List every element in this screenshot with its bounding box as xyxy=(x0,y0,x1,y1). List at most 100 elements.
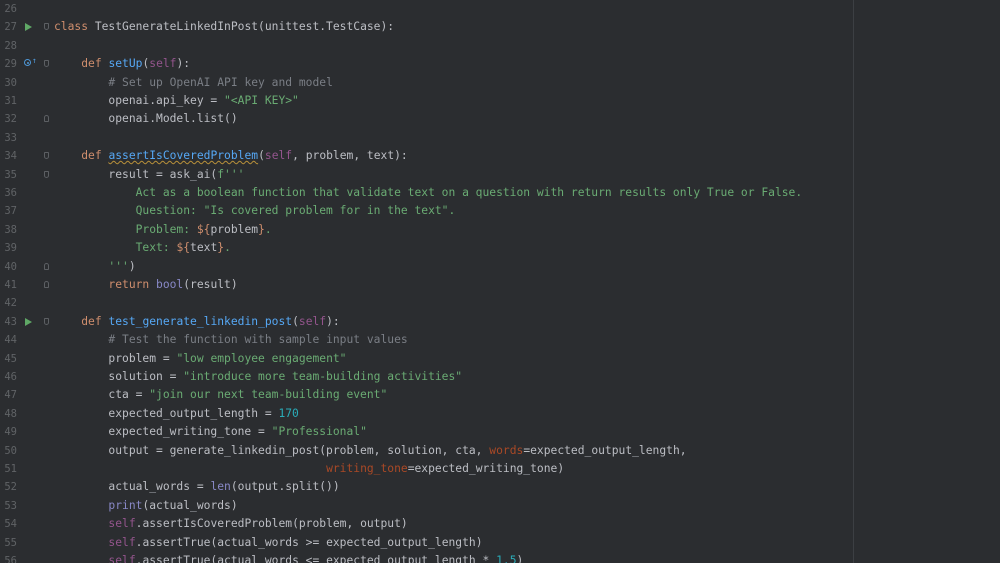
code-token: cta = xyxy=(54,388,150,402)
fold-marker-icon[interactable] xyxy=(44,262,49,270)
code-line[interactable]: 35 result = ask_ai(f''' xyxy=(0,166,1000,184)
line-number: 30 xyxy=(4,76,17,89)
code-line[interactable]: 27 class TestGenerateLinkedInPost(unittes… xyxy=(0,18,1000,36)
code-text[interactable]: # Set up OpenAI API key and model xyxy=(54,74,333,92)
code-text[interactable]: cta = "join our next team-building event… xyxy=(54,386,387,404)
code-text[interactable]: expected_output_length = 170 xyxy=(54,405,298,423)
code-text[interactable]: Question: "Is covered problem for in the… xyxy=(54,202,456,220)
line-number: 32 xyxy=(4,113,17,126)
code-line[interactable]: 31 openai.api_key = "<API KEY>" xyxy=(0,92,1000,110)
code-line[interactable]: 34 def assertIsCoveredProblem(self, prob… xyxy=(0,147,1000,165)
fold-marker-icon[interactable] xyxy=(44,60,49,68)
code-token: Question: "Is covered problem for in the… xyxy=(54,204,456,218)
fold-marker-icon[interactable] xyxy=(44,317,49,325)
run-test-icon[interactable] xyxy=(25,23,32,32)
code-text[interactable]: def test_generate_linkedin_post(self): xyxy=(54,313,340,331)
code-line[interactable]: 37 Question: "Is covered problem for in … xyxy=(0,202,1000,220)
code-token: TestGenerateLinkedInPost(unittest.TestCa… xyxy=(94,20,395,34)
code-line[interactable]: 42 xyxy=(0,294,1000,312)
code-text[interactable]: expected_writing_tone = "Professional" xyxy=(54,423,367,441)
code-text[interactable]: actual_words = len(output.split()) xyxy=(54,478,339,496)
code-line[interactable]: 41 return bool(result) xyxy=(0,276,1000,294)
code-line[interactable]: 48 expected_output_length = 170 xyxy=(0,405,1000,423)
code-line[interactable]: 26 xyxy=(0,0,1000,18)
code-line[interactable]: 56 self.assertTrue(actual_words <= expec… xyxy=(0,552,1000,563)
code-line[interactable]: 44 # Test the function with sample input… xyxy=(0,331,1000,349)
line-number: 40 xyxy=(4,260,17,273)
code-line[interactable]: 46 solution = "introduce more team-build… xyxy=(0,368,1000,386)
code-text[interactable]: print(actual_words) xyxy=(54,497,237,515)
code-token: return xyxy=(108,278,157,291)
code-line[interactable]: 49 expected_writing_tone = "Professional… xyxy=(0,423,1000,441)
line-number: 34 xyxy=(4,150,17,163)
code-line[interactable]: 55 self.assertTrue(actual_words >= expec… xyxy=(0,534,1000,552)
code-line[interactable]: 30 # Set up OpenAI API key and model xyxy=(0,74,1000,92)
code-line[interactable]: 43 def test_generate_linkedin_post(self)… xyxy=(0,313,1000,331)
code-line[interactable]: 52 actual_words = len(output.split()) xyxy=(0,478,1000,496)
code-token: def xyxy=(81,149,109,163)
code-token: =expected_writing_tone) xyxy=(407,462,565,475)
code-text[interactable]: def setUp(self): xyxy=(54,55,190,73)
line-number: 50 xyxy=(4,444,17,457)
code-line[interactable]: 28 xyxy=(0,37,1000,55)
code-text[interactable]: def assertIsCoveredProblem(self, problem… xyxy=(54,147,408,165)
code-text[interactable]: class TestGenerateLinkedInPost(unittest.… xyxy=(54,18,394,36)
code-text[interactable]: Problem: ${problem}. xyxy=(54,221,272,239)
code-text[interactable]: openai.api_key = "<API KEY>" xyxy=(54,92,298,110)
code-line[interactable]: 38 Problem: ${problem}. xyxy=(0,221,1000,239)
code-line[interactable]: 50 output = generate_linkedin_post(probl… xyxy=(0,442,1000,460)
run-test-icon[interactable] xyxy=(25,317,32,326)
code-token: .assertTrue(actual_words <= expected_out… xyxy=(135,554,497,563)
code-text[interactable]: solution = "introduce more team-building… xyxy=(54,368,462,386)
code-line[interactable]: 45 problem = "low employee engagement" xyxy=(0,350,1000,368)
code-line[interactable]: 39 Text: ${text}. xyxy=(0,239,1000,257)
code-line[interactable]: 47 cta = "join our next team-building ev… xyxy=(0,386,1000,404)
code-line[interactable]: 40 ''') xyxy=(0,258,1000,276)
code-token: test_generate_linkedin_post xyxy=(108,314,293,328)
code-token: self xyxy=(108,554,136,563)
code-token: ''' xyxy=(108,259,129,273)
code-line[interactable]: 33 xyxy=(0,129,1000,147)
code-token: "Professional" xyxy=(271,425,367,439)
code-text[interactable]: Act as a boolean function that validate … xyxy=(54,184,803,202)
code-text[interactable]: result = ask_ai(f''' xyxy=(54,166,244,184)
code-text[interactable]: ''') xyxy=(54,258,135,276)
code-text[interactable]: return bool(result) xyxy=(54,276,237,294)
fold-marker-icon[interactable] xyxy=(44,115,49,123)
code-text[interactable]: problem = "low employee engagement" xyxy=(54,350,346,368)
code-line[interactable]: 29 ↑ def setUp(self): xyxy=(0,55,1000,73)
code-line[interactable]: 36 Act as a boolean function that valida… xyxy=(0,184,1000,202)
fold-marker-icon[interactable] xyxy=(44,152,49,160)
code-text[interactable]: # Test the function with sample input va… xyxy=(54,331,407,349)
line-number: 35 xyxy=(4,168,17,181)
code-token: "low employee engagement" xyxy=(176,351,347,365)
code-text[interactable]: openai.Model.list() xyxy=(54,110,237,128)
code-token: self xyxy=(298,314,327,328)
code-line[interactable]: 54 self.assertIsCoveredProblem(problem, … xyxy=(0,515,1000,533)
code-token: # Set up OpenAI API key and model xyxy=(108,75,333,89)
line-number: 28 xyxy=(4,39,17,52)
override-method-icon[interactable] xyxy=(24,59,31,67)
code-text[interactable]: output = generate_linkedin_post(problem,… xyxy=(54,442,686,460)
fold-marker-icon[interactable] xyxy=(44,281,49,288)
code-token: expected_output_length = xyxy=(54,406,279,420)
fold-marker-icon[interactable] xyxy=(44,170,49,178)
code-text[interactable]: self.assertTrue(actual_words >= expected… xyxy=(54,534,482,552)
fold-marker-icon[interactable] xyxy=(44,23,49,31)
code-editor[interactable]: 26 27 class TestGenerateLinkedInPost(unitt… xyxy=(0,0,1000,563)
code-line[interactable]: 32 openai.Model.list() xyxy=(0,110,1000,128)
line-number: 29 xyxy=(4,58,17,71)
code-line[interactable]: 53 print(actual_words) xyxy=(0,497,1000,515)
code-text[interactable]: Text: ${text}. xyxy=(54,239,231,257)
line-number: 42 xyxy=(4,297,17,310)
code-text[interactable]: self.assertIsCoveredProblem(problem, out… xyxy=(54,515,407,533)
code-token: self xyxy=(108,517,136,531)
code-text[interactable]: self.assertTrue(actual_words <= expected… xyxy=(54,552,523,563)
code-text[interactable]: writing_tone=expected_writing_tone) xyxy=(54,460,564,478)
code-token: 1.5 xyxy=(496,554,517,563)
code-line[interactable]: 51 writing_tone=expected_writing_tone) xyxy=(0,460,1000,478)
code-token: "join our next team-building event" xyxy=(149,388,388,402)
